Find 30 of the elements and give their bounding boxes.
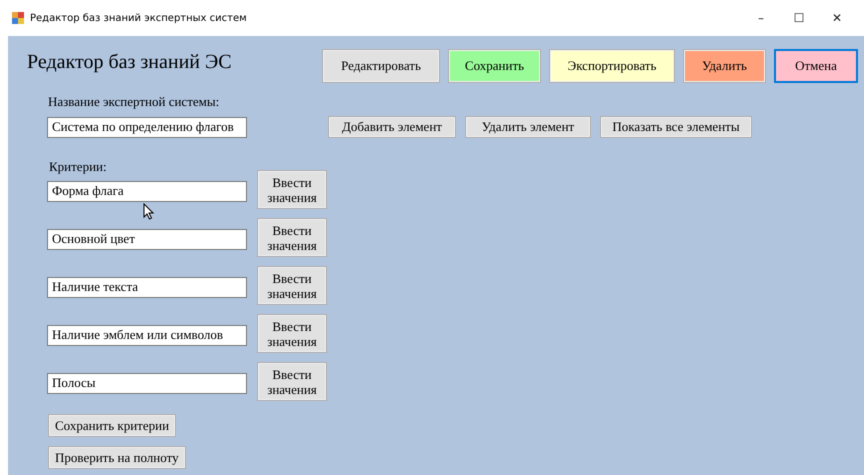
criteria-button[interactable]: Сохранить критерии — [48, 414, 176, 437]
criterion-field[interactable]: Наличие текста — [47, 276, 247, 298]
window-title: Редактор баз знаний экспертных систем — [30, 12, 248, 24]
action-button[interactable]: Экспортировать — [549, 49, 675, 83]
element-button[interactable]: Удалить элемент — [465, 116, 591, 138]
enter-values-button[interactable]: Ввести значения — [257, 266, 327, 305]
enter-values-button[interactable]: Ввести значения — [257, 314, 327, 353]
maximize-button[interactable]: ☐ — [780, 11, 818, 25]
enter-values-button[interactable]: Ввести значения — [257, 170, 327, 209]
system-name-field[interactable]: Система по определению флагов — [47, 116, 247, 138]
criterion-field[interactable]: Наличие эмблем или символов — [47, 324, 247, 346]
action-button[interactable]: Удалить — [683, 49, 766, 83]
criterion-field[interactable]: Основной цвет — [47, 228, 247, 250]
form-heading: Редактор баз знаний ЭС — [27, 50, 233, 74]
action-button[interactable]: Сохранить — [448, 49, 541, 83]
element-button[interactable]: Показать все элементы — [600, 116, 752, 138]
enter-values-button[interactable]: Ввести значения — [257, 218, 327, 257]
criterion-field[interactable]: Полосы — [47, 372, 247, 394]
criteria-button[interactable]: Проверить на полноту — [48, 446, 186, 469]
mouse-pointer-icon — [143, 203, 154, 220]
action-button[interactable]: Отмена — [774, 49, 858, 83]
minimize-button[interactable]: – — [742, 11, 780, 25]
app-icon — [12, 12, 24, 24]
enter-values-button[interactable]: Ввести значения — [257, 362, 327, 401]
action-button[interactable]: Редактировать — [322, 49, 440, 83]
close-button[interactable]: ✕ — [818, 11, 856, 25]
criterion-field[interactable]: Форма флага — [47, 180, 247, 202]
field-label: Название экспертной системы: — [48, 94, 220, 110]
element-button[interactable]: Добавить элемент — [328, 116, 456, 138]
field-label: Критерии: — [49, 159, 108, 175]
